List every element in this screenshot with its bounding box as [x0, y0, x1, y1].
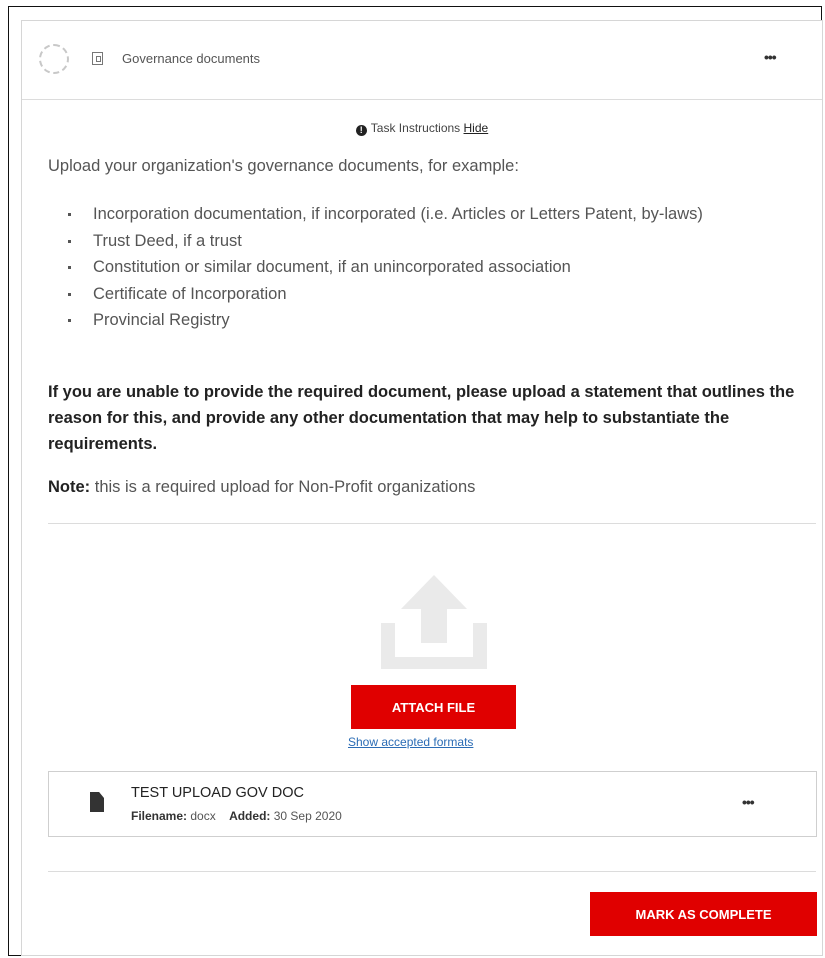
window-frame: Governance documents ••• ! Task Instructi… — [8, 6, 823, 956]
status-circle-icon[interactable] — [39, 44, 69, 74]
added-label: Added: — [229, 809, 271, 823]
mark-as-complete-button[interactable]: MARK AS COMPLETE — [590, 892, 817, 936]
statement-paragraph: If you are unable to provide the require… — [48, 383, 795, 453]
note-text: Note: this is a required upload for Non-… — [48, 478, 475, 497]
list-item: Certificate of Incorporation — [48, 281, 788, 308]
task-instructions-label: Task Instructions — [370, 121, 461, 135]
file-icon — [90, 792, 104, 812]
file-title: TEST UPLOAD GOV DOC — [131, 785, 304, 801]
filename-label: Filename: — [131, 809, 188, 823]
uploaded-file-row: TEST UPLOAD GOV DOC Filename: docx Added… — [48, 771, 817, 837]
list-item: Constitution or similar document, if an … — [48, 254, 788, 281]
task-title: Governance documents — [122, 51, 261, 66]
task-card: Governance documents ••• ! Task Instructi… — [21, 20, 823, 956]
list-item: Provincial Registry — [48, 307, 788, 334]
document-icon — [92, 52, 103, 65]
note-label: Note: — [48, 478, 91, 496]
show-accepted-formats-link[interactable]: Show accepted formats — [348, 735, 473, 749]
note-body: this is a required upload for Non-Profit… — [90, 478, 476, 496]
instructions-intro: Upload your organization's governance do… — [48, 157, 519, 175]
filename-value: docx — [190, 809, 216, 823]
list-item: Trust Deed, if a trust — [48, 228, 788, 255]
task-header: Governance documents ••• — [22, 21, 822, 100]
list-item: Incorporation documentation, if incorpor… — [48, 201, 788, 228]
attach-file-button[interactable]: ATTACH FILE — [351, 685, 516, 729]
divider — [48, 871, 816, 872]
upload-arrow-icon — [381, 575, 487, 669]
divider — [48, 523, 816, 524]
task-more-icon[interactable]: ••• — [764, 49, 777, 65]
info-icon: ! — [355, 125, 367, 136]
task-instructions-toggle: ! Task Instructions Hide — [22, 121, 822, 136]
document-examples-list: Incorporation documentation, if incorpor… — [48, 201, 788, 334]
hide-instructions-link[interactable]: Hide — [464, 121, 489, 135]
added-value: 30 Sep 2020 — [273, 809, 342, 823]
file-more-icon[interactable]: ••• — [742, 794, 755, 810]
file-meta: Filename: docx Added: 30 Sep 2020 — [131, 809, 342, 823]
